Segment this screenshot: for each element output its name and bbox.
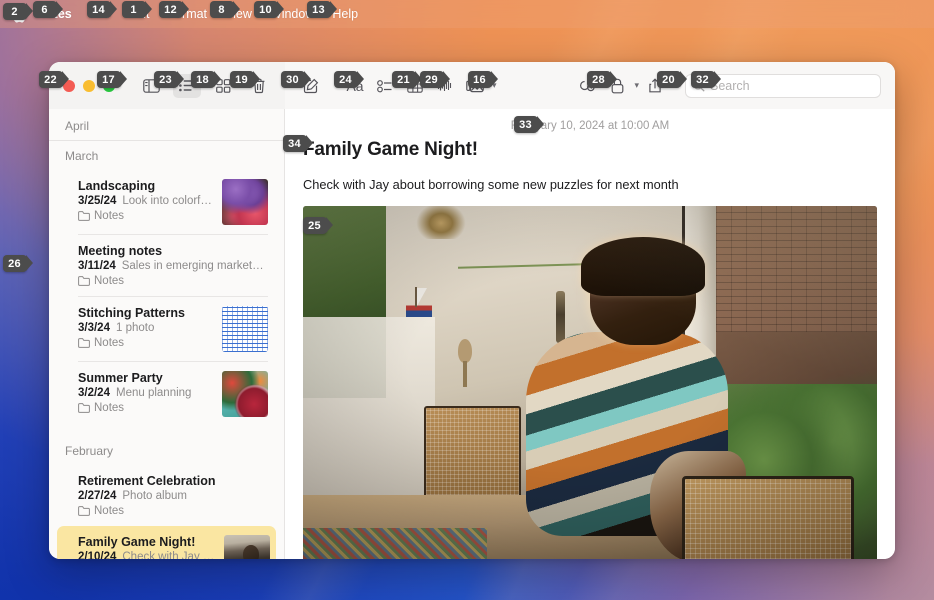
badge-28: 28 — [587, 71, 617, 88]
note-thumbnail — [222, 371, 268, 417]
badge-17: 17 — [97, 71, 127, 88]
badge-30: 30 — [281, 71, 311, 88]
month-header-february: February — [65, 444, 114, 458]
badge-6: 6 — [33, 1, 63, 18]
list-item-selected[interactable]: Family Game Night! 2/10/24 Check with Ja… — [57, 526, 276, 559]
badge-1: 1 — [122, 1, 152, 18]
badge-25: 25 — [303, 217, 333, 234]
list-item[interactable]: Stitching Patterns 3/3/24 1 photo Notes — [59, 297, 274, 361]
badge-20: 20 — [657, 71, 687, 88]
badge-22: 22 — [39, 71, 69, 88]
note-folder-label: Notes — [94, 337, 125, 349]
folder-icon — [78, 338, 90, 348]
note-folder-label: Notes — [94, 275, 125, 287]
badge-29: 29 — [420, 71, 450, 88]
badge-12: 12 — [159, 1, 189, 18]
badge-16: 16 — [468, 71, 498, 88]
badge-24: 24 — [334, 71, 364, 88]
note-snippet: Check with Jay a… — [122, 551, 216, 559]
list-item[interactable]: Summer Party 3/2/24 Menu planning Notes — [59, 362, 274, 426]
minimize-button[interactable] — [83, 79, 95, 92]
badge-18: 18 — [191, 71, 221, 88]
note-thumbnail — [224, 535, 270, 559]
note-date: 2/10/24 — [78, 551, 117, 559]
page-title: Family Game Night! — [303, 139, 478, 160]
note-thumbnail — [222, 179, 268, 225]
photo-vignette — [303, 205, 877, 559]
folder-icon — [78, 211, 90, 221]
note-date: 3/11/24 — [78, 260, 116, 272]
folder-icon — [78, 506, 90, 516]
lock-chevron-down-icon[interactable]: ▾ — [634, 80, 639, 91]
note-title: Meeting notes — [78, 244, 163, 258]
note-detail-pane[interactable]: February 10, 2024 at 10:00 AM Family Gam… — [285, 109, 895, 559]
note-title: Stitching Patterns — [78, 306, 185, 320]
folder-icon — [78, 276, 90, 286]
list-item[interactable]: Meeting notes 3/11/24 Sales in emerging … — [59, 235, 274, 296]
note-photo[interactable] — [303, 205, 877, 559]
badge-32: 32 — [691, 71, 721, 88]
badge-2: 2 — [3, 3, 33, 20]
note-thumbnail — [222, 306, 268, 352]
badge-21: 21 — [392, 71, 422, 88]
badge-13: 13 — [307, 1, 337, 18]
note-folder: Notes — [78, 210, 214, 222]
note-date: 3/3/24 — [78, 322, 110, 334]
badge-33: 33 — [514, 116, 544, 133]
note-title: Family Game Night! — [78, 535, 196, 549]
month-header-april: April — [65, 119, 90, 133]
note-folder: Notes — [78, 402, 214, 414]
note-title: Retirement Celebration — [78, 474, 216, 488]
note-date: 3/2/24 — [78, 387, 110, 399]
note-folder-label: Notes — [94, 505, 125, 517]
note-snippet: Menu planning — [115, 387, 192, 399]
badge-19: 19 — [230, 71, 260, 88]
badge-10: 10 — [254, 1, 284, 18]
badge-23: 23 — [154, 71, 184, 88]
list-item[interactable]: Landscaping 3/25/24 Look into colorfu… N… — [59, 170, 274, 234]
list-item[interactable]: Retirement Celebration 2/27/24 Photo alb… — [59, 465, 274, 526]
note-title: Summer Party — [78, 371, 163, 385]
badge-8: 8 — [210, 1, 240, 18]
notes-list-sidebar[interactable]: April March Landscaping 3/25/24 Look int… — [49, 109, 285, 559]
notes-window: Aa — [49, 62, 895, 559]
note-date: 3/25/24 — [78, 195, 117, 207]
badge-34: 34 — [283, 135, 313, 152]
note-snippet: Sales in emerging markets… — [121, 260, 268, 272]
note-title: Landscaping — [78, 179, 156, 193]
badge-14: 14 — [87, 1, 117, 18]
note-folder-label: Notes — [94, 210, 125, 222]
note-timestamp: February 10, 2024 at 10:00 AM — [510, 120, 670, 132]
note-snippet: Photo album — [122, 490, 187, 502]
note-body-text[interactable]: Check with Jay about borrowing some new … — [285, 161, 895, 206]
badge-26: 26 — [3, 255, 33, 272]
note-folder-label: Notes — [94, 402, 125, 414]
month-header-march: March — [65, 149, 99, 163]
note-snippet: 1 photo — [115, 322, 155, 334]
note-snippet: Look into colorfu… — [122, 195, 214, 207]
note-folder: Notes — [78, 275, 268, 287]
note-folder: Notes — [78, 337, 214, 349]
note-date: 2/27/24 — [78, 490, 117, 502]
note-folder: Notes — [78, 505, 268, 517]
folder-icon — [78, 403, 90, 413]
